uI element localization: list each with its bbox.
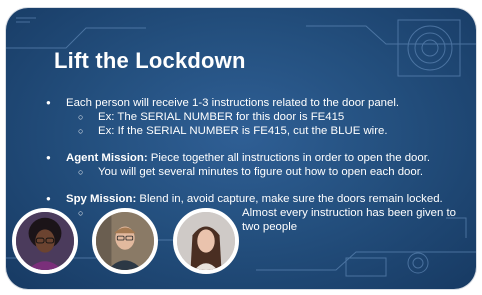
slide-title: Lift the Lockdown [54,48,246,73]
bullet-lead: Agent Mission: [66,152,148,164]
participant-video-2[interactable] [92,208,158,274]
bullet-spy-mission: Spy Mission: Blend in, avoid capture, ma… [42,192,472,206]
avatar-person-icon [16,212,74,270]
bullet-text: Blend in, avoid capture, make sure the d… [136,193,443,205]
bullet-instructions: Each person will receive 1-3 instruction… [42,96,472,110]
sub-bullet: Ex: If the SERIAL NUMBER is FE415, cut t… [42,124,472,138]
sub-bullet: You will get several minutes to figure o… [42,165,472,179]
bullet-lead: Spy Mission: [66,193,137,205]
participant-video-1[interactable] [12,208,78,274]
sub-bullet: Ex: The SERIAL NUMBER for this door is F… [42,110,472,124]
bullet-agent-mission: Agent Mission: Piece together all instru… [42,151,472,165]
bullet-text: Piece together all instructions in order… [147,152,431,164]
avatar-person-icon [177,212,235,270]
bullet-text: Each person will receive 1-3 instruction… [66,97,400,109]
avatar-person-icon [96,212,154,270]
participant-video-3[interactable] [173,208,239,274]
